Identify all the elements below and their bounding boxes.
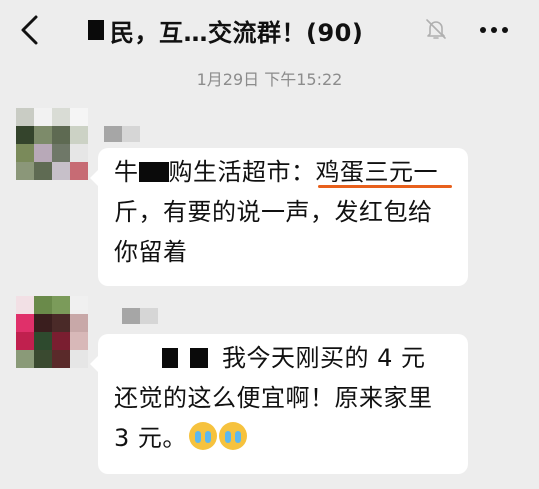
chevron-left-icon[interactable] — [16, 14, 42, 46]
message-line: 我今天刚买的 4 元 — [114, 338, 452, 378]
sender-name-blurred — [122, 308, 158, 324]
message-line: 3 元。 — [114, 418, 452, 458]
message-bubble[interactable]: 我今天刚买的 4 元 还觉的这么便宜啊！原来家里 3 元。 — [90, 334, 468, 474]
redacted-block — [138, 162, 169, 182]
sender-name-blurred — [104, 126, 140, 142]
avatar[interactable] — [16, 108, 88, 180]
message-text: 购生活超市： — [168, 158, 316, 186]
redacted-block — [88, 20, 104, 40]
redacted-block — [190, 348, 208, 368]
crying-emoji-icon — [218, 422, 247, 450]
crying-emoji-icon — [188, 422, 217, 450]
message-bubble[interactable]: 牛 购生活超市：鸡蛋三元一 斤，有要的说一声，发红包给 你留着 — [90, 148, 468, 286]
message-text: 3 元。 — [114, 424, 187, 452]
message-line: 还觉的这么便宜啊！原来家里 — [114, 384, 433, 412]
highlight-underline — [318, 185, 452, 188]
message-text: 牛 — [114, 158, 139, 186]
avatar[interactable] — [16, 296, 88, 368]
message-line: 斤，有要的说一声，发红包给 — [114, 198, 433, 226]
message-line: 你留着 — [114, 238, 188, 266]
message-timestamp: 1月29日 下午15:22 — [196, 70, 343, 89]
chat-header: 民，互…交流群！(90) — [0, 0, 539, 60]
bell-off-icon — [426, 19, 446, 39]
highlighted-text: 鸡蛋三元一 — [315, 158, 438, 186]
message-text: 我今天刚买的 4 元 — [222, 344, 426, 372]
more-dots-icon[interactable] — [479, 25, 509, 35]
chat-title-area: 民，互…交流群！(90) — [88, 14, 364, 47]
redacted-block — [162, 348, 178, 368]
chat-title: 民，互…交流群！(90) — [110, 18, 364, 47]
